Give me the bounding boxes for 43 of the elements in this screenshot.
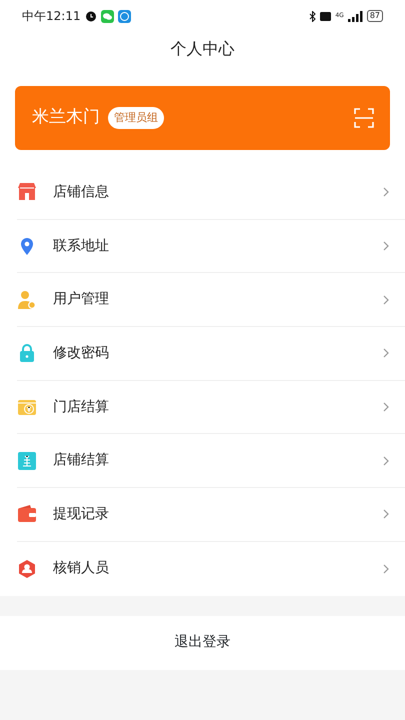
menu-item[interactable]: 核销人员 xyxy=(17,542,405,596)
chevron-icon xyxy=(383,241,389,252)
chevron-icon xyxy=(383,402,389,412)
menu-label: 用户管理 xyxy=(53,290,109,310)
scan-icon[interactable] xyxy=(354,108,374,128)
user-badge-icon xyxy=(17,558,37,579)
wallet-icon xyxy=(17,504,37,524)
menu-label: 核销人员 xyxy=(53,559,109,578)
role-badge: 管理员组 xyxy=(108,106,164,130)
menu-label: 店铺结算 xyxy=(53,451,109,470)
chevron-icon xyxy=(383,564,389,574)
chat-app-icon xyxy=(100,10,114,22)
store-icon xyxy=(17,182,37,202)
chevron-icon xyxy=(383,187,389,198)
menu-label: 修改密码 xyxy=(53,344,109,363)
shop-name: 米兰木门 xyxy=(32,106,100,130)
app-icon xyxy=(118,10,131,22)
page-title: 个人中心 xyxy=(170,38,234,60)
menu-item[interactable]: 联系地址 xyxy=(17,220,405,274)
menu-label: 店铺信息 xyxy=(53,182,109,202)
menu-label: 联系地址 xyxy=(53,236,109,256)
alarm-icon xyxy=(84,10,97,22)
menu-item[interactable]: 用户管理 xyxy=(17,273,405,328)
menu-item[interactable]: 店铺信息 xyxy=(17,166,405,220)
chevron-icon xyxy=(383,294,389,305)
bill-icon xyxy=(17,450,37,471)
store-coin-icon xyxy=(17,397,37,418)
menu-label: 门店结算 xyxy=(53,398,109,417)
menu-label: 提现记录 xyxy=(53,504,109,524)
menu-item[interactable]: 修改密码 xyxy=(17,327,405,381)
bluetooth-icon xyxy=(309,10,316,22)
chevron-icon xyxy=(383,509,389,520)
signal-icon xyxy=(348,10,363,22)
menu-item[interactable]: 提现记录 xyxy=(17,488,405,542)
menu-item[interactable]: 店铺结算 xyxy=(17,434,405,488)
lock-icon xyxy=(17,343,37,364)
battery-level: 87 xyxy=(366,10,383,22)
chevron-icon xyxy=(383,348,389,358)
user-settings-icon xyxy=(17,290,37,310)
status-time: 中午12:11 xyxy=(22,8,81,25)
chevron-icon xyxy=(383,456,389,466)
logout-button[interactable]: 退出登录 xyxy=(174,632,230,653)
menu-item[interactable]: 门店结算 xyxy=(17,380,405,434)
